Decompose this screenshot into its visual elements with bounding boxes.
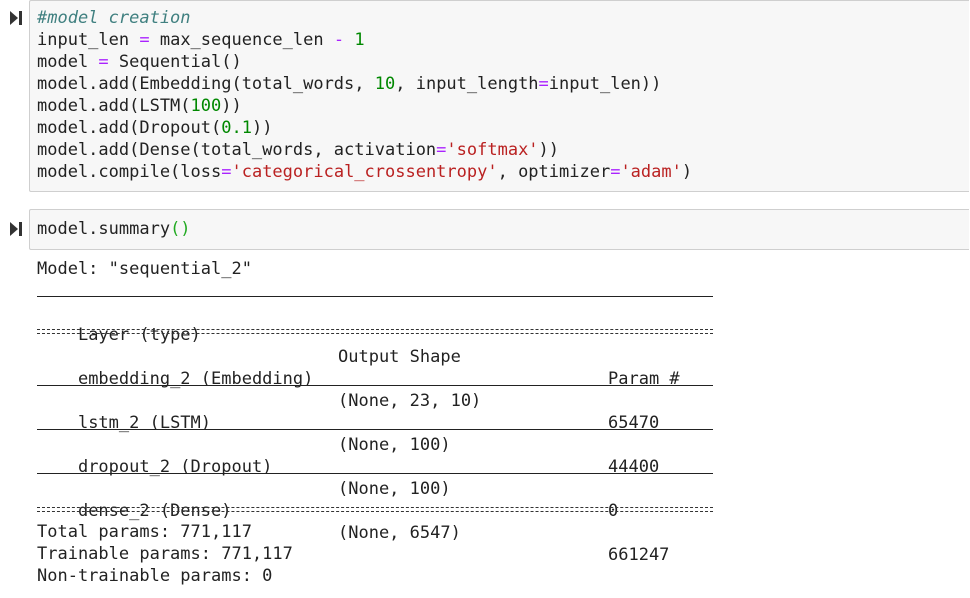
total-params: Total params: 771,117 xyxy=(37,522,252,542)
trainable-params: Trainable params: 771,117 xyxy=(37,544,293,564)
code-token: 'adam' xyxy=(620,162,682,182)
table-separator xyxy=(37,385,713,386)
code-token: 'categorical_crossentropy' xyxy=(231,162,498,182)
table-separator xyxy=(37,328,713,335)
table-separator xyxy=(37,296,713,297)
code-cell-input[interactable]: model.summary() xyxy=(29,209,969,250)
code-token: )) xyxy=(221,96,242,116)
code-token: input_len)) xyxy=(548,74,662,94)
code-token: 1 xyxy=(354,30,365,50)
code-line: #model creation xyxy=(37,7,191,29)
code-token: = xyxy=(538,74,549,94)
table-row: lstm_2 (LSTM) (None, 100) 44400 xyxy=(37,390,659,477)
table-row: dropout_2 (Dropout) (None, 100) 0 xyxy=(37,434,618,521)
table-row: dense_2 (Dense) (None, 6547) 661247 xyxy=(37,478,669,565)
row-layer: embedding_2 (Embedding) xyxy=(77,369,314,389)
code-token: - xyxy=(333,30,345,50)
code-token: model.summary xyxy=(37,219,171,239)
code-token: max_sequence_len xyxy=(149,30,334,50)
code-token: = xyxy=(98,52,109,72)
code-line: model.add(Embedding(total_words, 10, inp… xyxy=(37,73,661,95)
code-token: )) xyxy=(251,118,273,138)
table-header: Layer (type) Output Shape Param # xyxy=(37,302,680,389)
code-token: () xyxy=(170,219,191,239)
row-layer: lstm_2 (LSTM) xyxy=(77,413,212,433)
code-token: , input_length xyxy=(395,74,539,94)
code-token: 10 xyxy=(374,74,396,94)
code-token: = xyxy=(610,162,621,182)
code-token: = xyxy=(221,162,232,182)
code-line: model.add(Dropout(0.1)) xyxy=(37,117,272,139)
code-token: input_len xyxy=(37,30,140,50)
code-token: model xyxy=(37,52,99,72)
run-cell-button[interactable] xyxy=(9,221,23,237)
code-line: model.add(LSTM(100)) xyxy=(37,95,242,117)
code-token: , optimizer xyxy=(497,162,611,182)
row-shape: (None, 6547) xyxy=(338,523,461,543)
run-cell-icon xyxy=(10,222,22,236)
code-line: model.compile(loss='categorical_crossent… xyxy=(37,161,692,183)
row-shape: (None, 100) xyxy=(338,479,451,499)
code-token: = xyxy=(139,30,150,50)
cell-output: Model: "sequential_2" Layer (type) Outpu… xyxy=(37,258,737,598)
row-params: 661247 xyxy=(608,545,670,565)
code-token: 0.1 xyxy=(221,118,252,138)
table-row: embedding_2 (Embedding) (None, 23, 10) 6… xyxy=(37,346,659,433)
code-token: 100 xyxy=(190,96,222,116)
code-cell-input[interactable]: #model creation input_len = max_sequence_… xyxy=(29,0,969,192)
table-separator xyxy=(37,429,713,430)
code-token: )) xyxy=(538,140,560,160)
row-layer: dropout_2 (Dropout) xyxy=(77,457,273,477)
code-token: ) xyxy=(681,162,693,182)
row-shape: (None, 23, 10) xyxy=(338,391,482,411)
row-params: 44400 xyxy=(608,457,660,477)
row-shape: (None, 100) xyxy=(338,435,451,455)
code-line: input_len = max_sequence_len - 1 xyxy=(37,29,365,51)
code-token: model.add(Dropout( xyxy=(37,118,222,138)
code-line: model.summary() xyxy=(37,218,191,240)
code-token: model.add(Dense(total_words, activation xyxy=(37,140,437,160)
code-line: model.add(Dense(total_words, activation=… xyxy=(37,139,559,161)
header-shape: Output Shape xyxy=(338,347,461,367)
table-separator xyxy=(37,473,713,474)
model-name-line: Model: "sequential_2" xyxy=(37,259,252,279)
non-trainable-params: Non-trainable params: 0 xyxy=(37,566,273,586)
code-token: = xyxy=(436,140,447,160)
code-token: #model creation xyxy=(37,8,191,28)
row-params: 65470 xyxy=(608,413,660,433)
header-params: Param # xyxy=(608,369,680,389)
code-token: 'softmax' xyxy=(446,140,539,160)
code-token: model.add(Embedding(total_words, xyxy=(37,74,375,94)
run-cell-icon xyxy=(10,11,22,25)
run-cell-button[interactable] xyxy=(9,10,23,26)
code-token: Sequential() xyxy=(108,52,242,72)
code-token: model.compile(loss xyxy=(37,162,222,182)
code-line: model = Sequential() xyxy=(37,51,242,73)
table-separator xyxy=(37,506,713,513)
code-token: model.add(LSTM( xyxy=(37,96,191,116)
